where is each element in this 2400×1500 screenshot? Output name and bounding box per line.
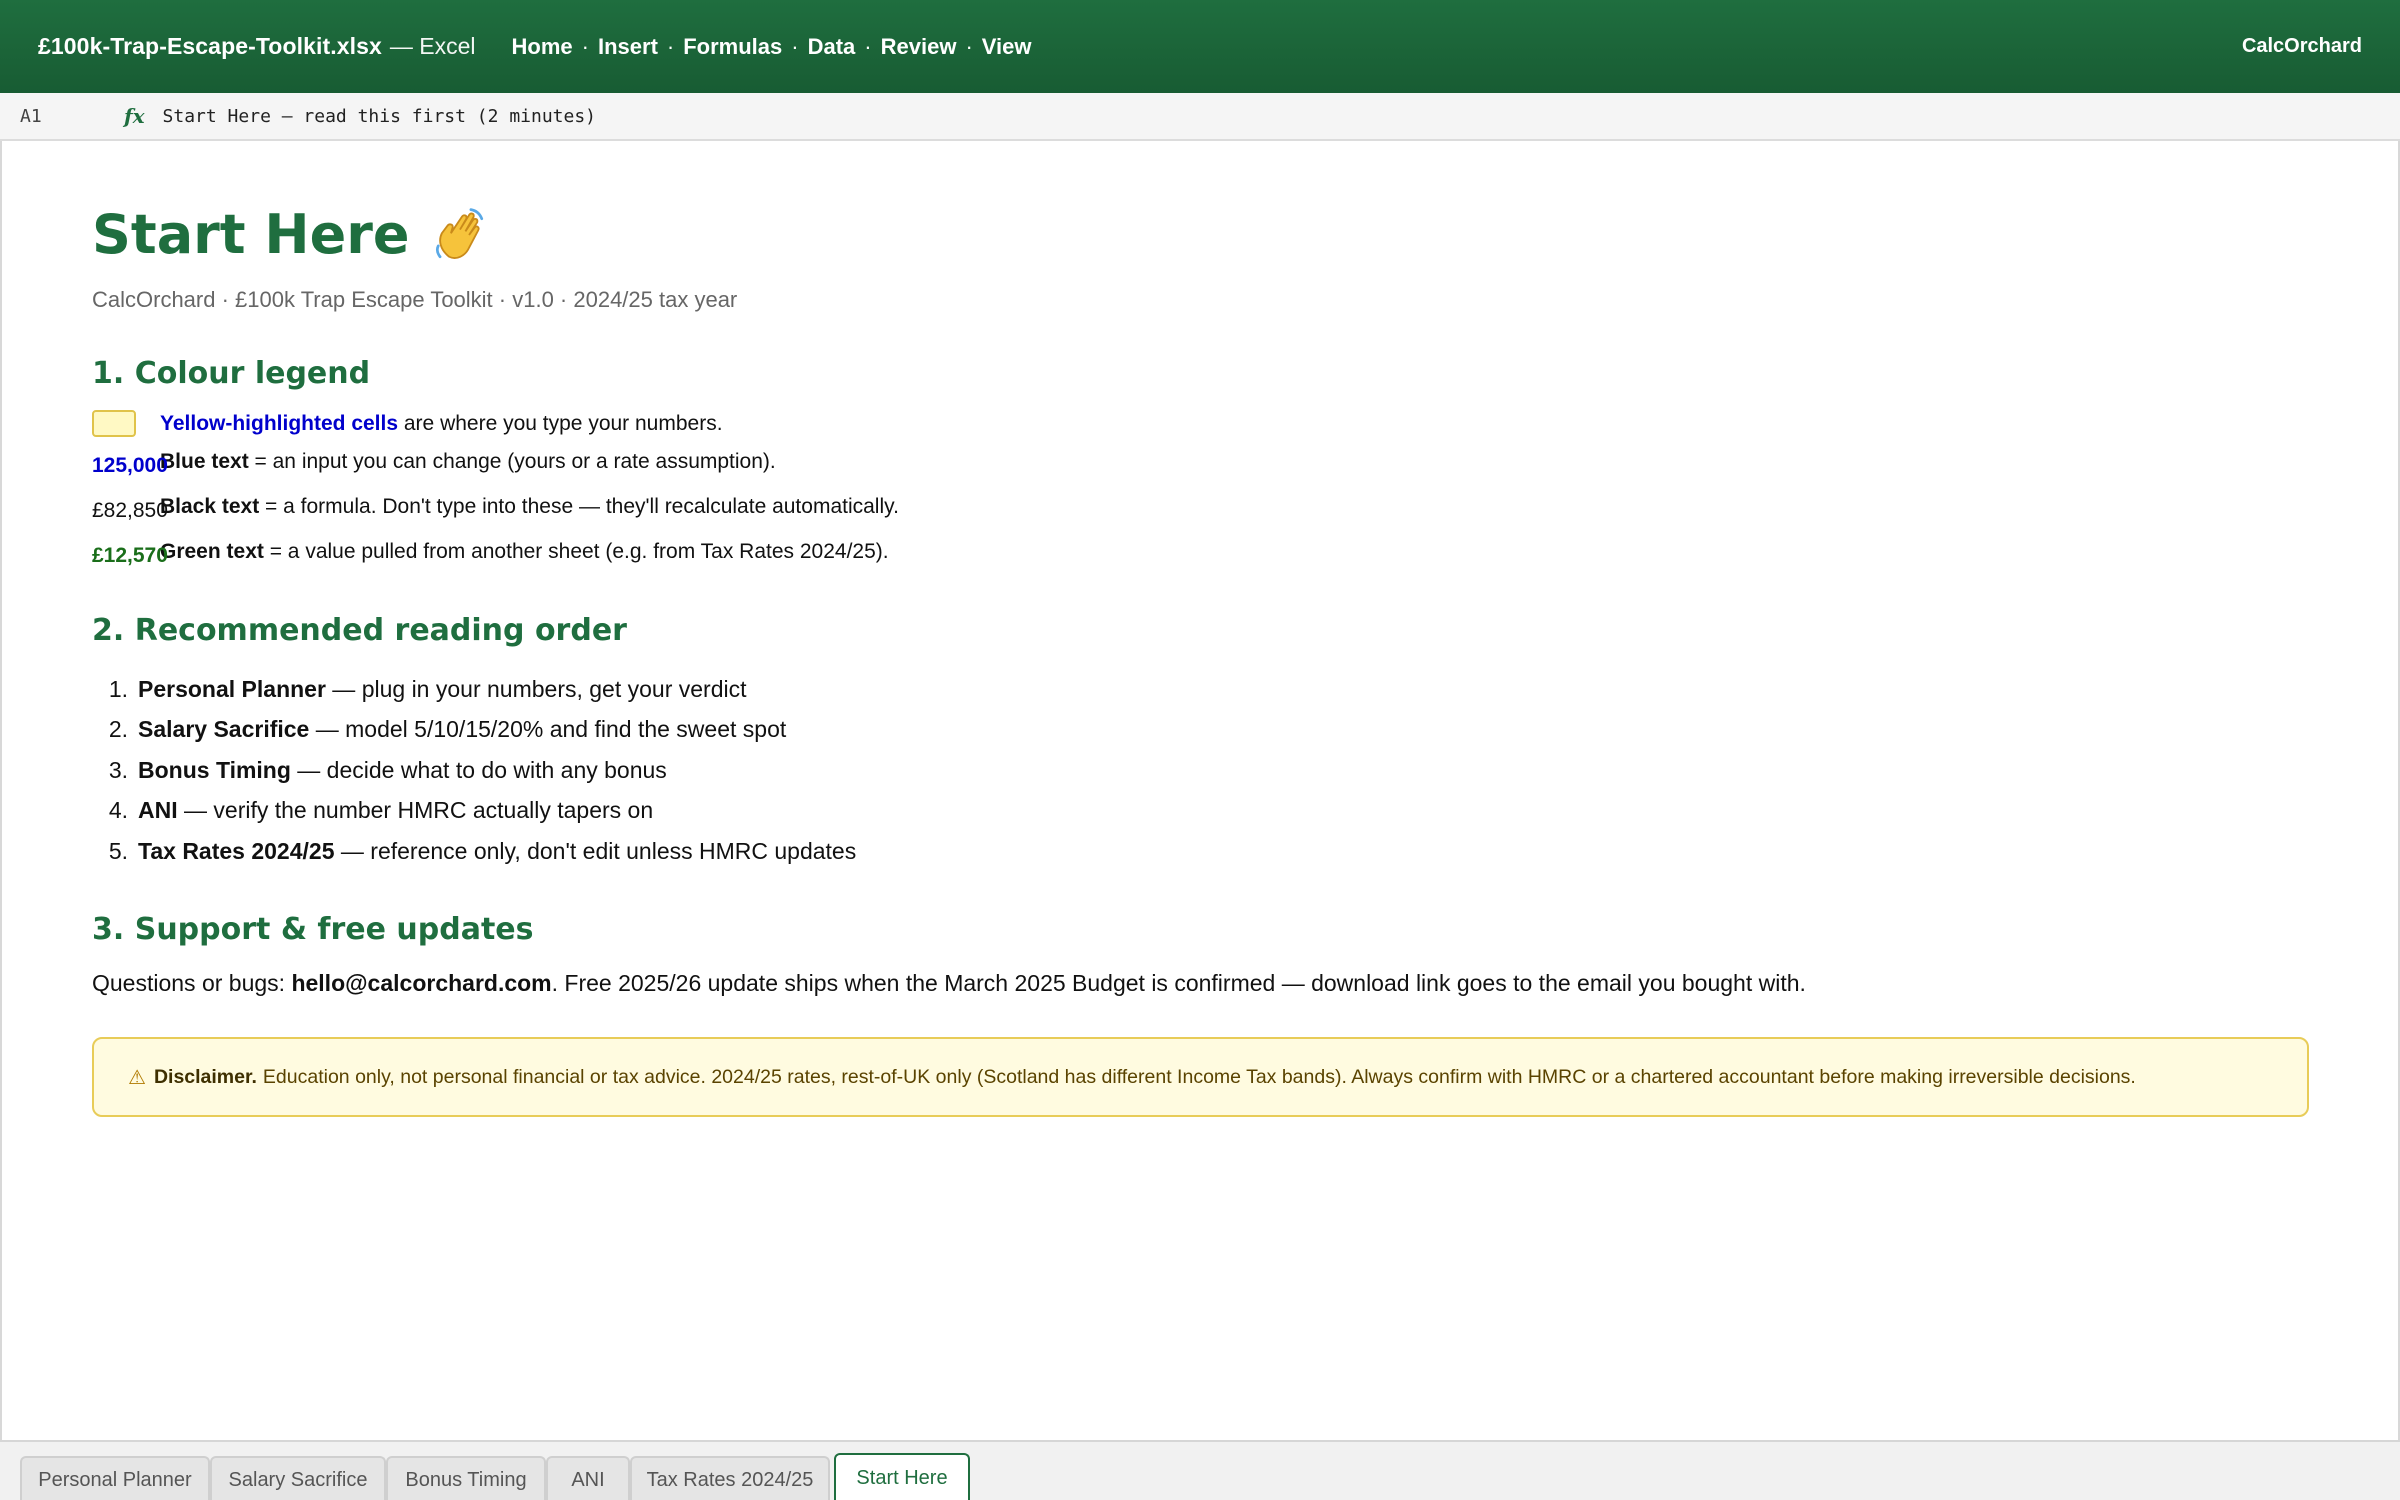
list-item: 2. Salary Sacrifice — model 5/10/15/20% … [92, 710, 856, 751]
support-email-link[interactable]: hello@calcorchard.com [291, 970, 551, 996]
menu-separator: · [791, 33, 799, 59]
reading-order-list: 1. Personal Planner — plug in your numbe… [92, 669, 856, 872]
menu-item-review[interactable]: Review [881, 34, 957, 60]
tab-bonus-timing[interactable]: Bonus Timing [386, 1456, 546, 1500]
menu-item-home[interactable]: Home [512, 34, 573, 60]
menu-item-insert[interactable]: Insert [598, 34, 658, 60]
black-keyword: Black text [160, 495, 260, 518]
list-item: 3. Bonus Timing — decide what to do with… [92, 750, 856, 791]
step-description: — plug in your numbers, get your verdict [325, 675, 747, 702]
step-number: 3. [108, 756, 128, 783]
yellow-swatch [92, 410, 136, 437]
legend-row-green: £12,570 Green text = a value pulled from… [92, 540, 889, 567]
tab-start-here[interactable]: Start Here [834, 1453, 970, 1500]
menu-bar: Home · Insert · Formulas · Data · Review… [512, 34, 1032, 60]
tab-personal-planner[interactable]: Personal Planner [20, 1456, 210, 1500]
disclaimer-title: Disclaimer. [153, 1065, 257, 1088]
step-sheet-name: ANI [138, 797, 178, 824]
page-title: Start Here [92, 203, 489, 266]
blue-sample-value: 125,000 [92, 454, 168, 477]
step-number: 1. [108, 675, 128, 702]
list-item: 1. Personal Planner — plug in your numbe… [92, 669, 856, 710]
file-name: £100k-Trap-Escape-Toolkit.xlsx [38, 33, 382, 59]
blue-description: = an input you can change (yours or a ra… [248, 450, 776, 473]
list-item: 4. ANI — verify the number HMRC actually… [92, 791, 856, 832]
menu-item-data[interactable]: Data [808, 34, 856, 60]
legend-heading: 1. Colour legend [92, 356, 371, 391]
step-number: 4. [108, 797, 128, 824]
waving-hand-icon [436, 207, 484, 259]
green-sample-value: £12,570 [92, 544, 168, 567]
disclaimer-text: Education only, not personal financial o… [262, 1065, 2136, 1088]
menu-item-view[interactable]: View [982, 34, 1032, 60]
step-description: — reference only, don't edit unless HMRC… [334, 837, 857, 864]
step-number: 2. [108, 716, 128, 743]
menu-item-formulas[interactable]: Formulas [683, 34, 782, 60]
title-bar: £100k-Trap-Escape-Toolkit.xlsx — Excel H… [0, 0, 2400, 93]
brand-label: CalcOrchard [2241, 35, 2362, 57]
page-subtitle: CalcOrchard · £100k Trap Escape Toolkit … [92, 287, 738, 312]
legend-row-black: £82,850 Black text = a formula. Don't ty… [92, 495, 899, 522]
step-description: — model 5/10/15/20% and find the sweet s… [309, 716, 787, 743]
legend-row-yellow: Yellow-highlighted cells are where you t… [92, 410, 723, 437]
disclaimer-box: ⚠ Disclaimer. Education only, not person… [92, 1037, 2309, 1117]
sheet-tab-bar: Personal Planner Salary Sacrifice Bonus … [0, 1440, 2400, 1500]
tab-tax-rates[interactable]: Tax Rates 2024/25 [630, 1456, 830, 1500]
step-number: 5. [108, 837, 128, 864]
fx-icon: fx [124, 104, 145, 128]
green-keyword: Green text [160, 540, 264, 563]
list-item: 5. Tax Rates 2024/25 — reference only, d… [92, 831, 856, 872]
menu-separator: · [965, 33, 973, 59]
step-sheet-name: Bonus Timing [138, 756, 291, 783]
tab-ani[interactable]: ANI [546, 1456, 630, 1500]
support-text: Questions or bugs: hello@calcorchard.com… [92, 970, 1806, 997]
black-sample-value: £82,850 [92, 499, 168, 522]
menu-separator: · [666, 33, 675, 59]
warning-icon: ⚠ [128, 1066, 146, 1089]
step-description: — verify the number HMRC actually tapers… [177, 797, 654, 824]
menu-separator: · [864, 33, 872, 59]
formula-input[interactable]: Start Here — read this first (2 minutes) [163, 106, 596, 127]
black-description: = a formula. Don't type into these — the… [259, 495, 899, 518]
support-heading: 3. Support & free updates [92, 912, 534, 947]
yellow-keyword: Yellow-highlighted cells [160, 411, 399, 435]
menu-separator: · [581, 33, 589, 59]
page-title-text: Start Here [92, 203, 410, 266]
step-sheet-name: Personal Planner [138, 675, 326, 702]
step-sheet-name: Tax Rates 2024/25 [138, 837, 335, 864]
reading-order-heading: 2. Recommended reading order [92, 613, 627, 648]
step-sheet-name: Salary Sacrifice [138, 716, 310, 743]
support-prefix: Questions or bugs: [92, 970, 292, 996]
formula-bar: A1 fx Start Here — read this first (2 mi… [0, 93, 2400, 141]
step-description: — decide what to do with any bonus [290, 756, 667, 783]
green-description: = a value pulled from another sheet (e.g… [263, 540, 889, 563]
support-suffix: . Free 2025/26 update ships when the Mar… [551, 970, 1806, 996]
blue-keyword: Blue text [160, 450, 249, 473]
legend-row-blue: 125,000 Blue text = an input you can cha… [92, 450, 776, 477]
cell-reference[interactable]: A1 [20, 106, 124, 127]
tab-salary-sacrifice[interactable]: Salary Sacrifice [210, 1456, 386, 1500]
yellow-description: are where you type your numbers. [398, 411, 723, 435]
app-name: — Excel [389, 33, 476, 59]
